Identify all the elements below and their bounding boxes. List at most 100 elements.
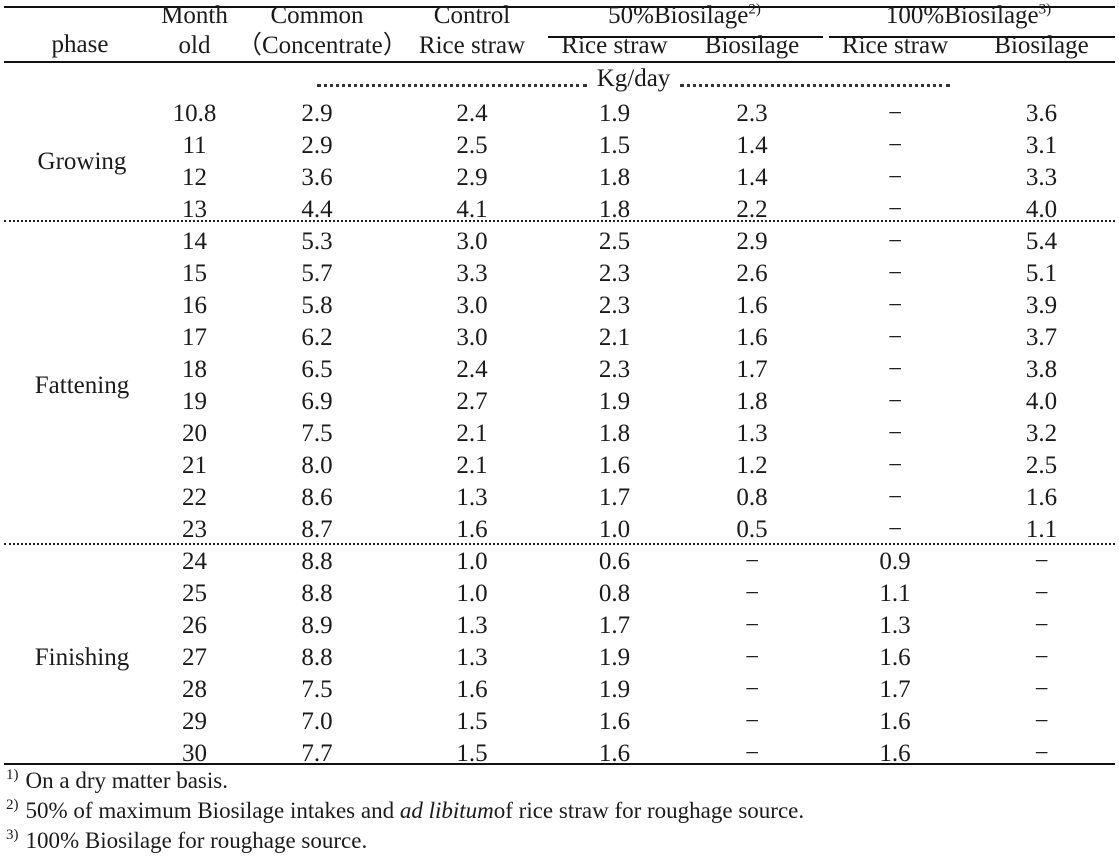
table-row: 17 6.2 3.0 2.1 1.6 − 3.7 [4, 321, 1115, 353]
cell-bs100-rice-straw: − [887, 483, 903, 511]
cell-bs50-rice-straw: 1.6 [598, 707, 631, 735]
table-row: 23 8.7 1.6 1.0 0.5 − 1.1 [4, 513, 1115, 545]
cell-bs100-biosilage: 3.6 [1025, 99, 1058, 127]
cell-control-rice-straw: 1.3 [456, 483, 488, 511]
cell-month-old: 24 [182, 547, 207, 575]
cell-month-old: 14 [182, 227, 207, 255]
cell-bs100-rice-straw: − [887, 131, 903, 159]
cell-bs50-biosilage: 2.2 [736, 195, 768, 223]
cell-bs100-rice-straw: − [887, 291, 903, 319]
cell-bs100-rice-straw: − [887, 195, 903, 223]
cell-bs50-rice-straw: 1.8 [598, 163, 631, 191]
header-control-line1: Control [433, 1, 511, 29]
footnote-marker: 3) [6, 827, 19, 844]
cell-bs50-rice-straw: 1.8 [598, 195, 631, 223]
cell-bs50-biosilage: − [744, 643, 760, 671]
cell-common-concentrate: 7.7 [301, 739, 333, 767]
table-row: Finishing 24 8.8 1.0 0.6 − 0.9 − [4, 545, 1115, 670]
cell-common-concentrate: 8.8 [301, 547, 333, 575]
cell-bs50-biosilage: 1.4 [736, 131, 768, 159]
cell-month-old: 25 [182, 579, 207, 607]
cell-common-concentrate: 8.8 [301, 643, 333, 671]
cell-month-old: 13 [182, 195, 207, 223]
cell-bs100-rice-straw: − [887, 451, 903, 479]
cell-common-concentrate: 2.9 [301, 131, 333, 159]
cell-common-concentrate: 2.9 [301, 99, 333, 127]
table-row: 26 8.9 1.3 1.7 − 1.3 − [4, 609, 1115, 641]
cell-common-concentrate: 7.5 [301, 675, 333, 703]
cell-bs50-biosilage: − [744, 547, 760, 575]
cell-bs100-biosilage: 3.2 [1025, 419, 1058, 447]
footnote-marker: 1) [6, 767, 19, 784]
cell-common-concentrate: 8.8 [301, 579, 333, 607]
cell-bs50-rice-straw: 2.3 [598, 355, 631, 383]
cell-bs50-rice-straw: 1.6 [598, 451, 631, 479]
cell-control-rice-straw: 3.3 [456, 259, 488, 287]
cell-bs50-biosilage: 1.6 [736, 291, 768, 319]
cell-common-concentrate: 8.0 [301, 451, 333, 479]
cell-bs100-rice-straw: − [887, 99, 903, 127]
cell-control-rice-straw: 1.0 [456, 547, 488, 575]
cell-bs50-rice-straw: 2.1 [598, 323, 631, 351]
cell-bs50-rice-straw: 2.3 [598, 259, 631, 287]
header-common-line2: （Concentrate） [237, 31, 408, 59]
cell-control-rice-straw: 2.5 [456, 131, 488, 159]
units-row: Kg/day [4, 60, 1115, 97]
cell-bs100-biosilage: 1.6 [1025, 483, 1058, 511]
cell-common-concentrate: 8.7 [301, 515, 333, 543]
cell-control-rice-straw: 1.0 [456, 579, 488, 607]
cell-bs50-rice-straw: 1.9 [598, 387, 631, 415]
table-row: 27 8.8 1.3 1.9 − 1.6 − [4, 641, 1115, 673]
cell-month-old: 28 [182, 675, 207, 703]
cell-bs100-biosilage: − [1034, 643, 1049, 671]
table-row: Fattening 14 5.3 3.0 2.5 2.9 − 5.4 [4, 225, 1115, 398]
header-month-line1: Month [161, 1, 228, 29]
header-row-bottom: old （Concentrate） Rice straw Rice straw … [4, 30, 1115, 60]
cell-month-old: 11 [182, 131, 207, 159]
cell-common-concentrate: 4.4 [301, 195, 333, 223]
cell-bs50-biosilage: 2.3 [736, 99, 768, 127]
cell-control-rice-straw: 1.5 [456, 707, 488, 735]
header-phase: phase [51, 31, 109, 58]
table-figure: phase Month Common Control 50%Biosilage2… [0, 0, 1119, 855]
table-row: 29 7.0 1.5 1.6 − 1.6 − [4, 705, 1115, 737]
units-cell: Kg/day [152, 60, 1115, 97]
cell-bs100-rice-straw: − [887, 323, 903, 351]
cell-bs50-biosilage: − [744, 707, 760, 735]
cell-control-rice-straw: 2.1 [456, 451, 488, 479]
header-group-50: 50%Biosilage2) [547, 0, 822, 30]
units-spacer [4, 60, 152, 97]
table-head: phase Month Common Control 50%Biosilage2… [4, 0, 1115, 97]
table-row: 15 5.7 3.3 2.3 2.6 − 5.1 [4, 257, 1115, 289]
cell-bs100-biosilage: 1.1 [1025, 515, 1058, 543]
table-row: 28 7.5 1.6 1.9 − 1.7 − [4, 673, 1115, 705]
header-group-50-label: 50%Biosilage [608, 1, 749, 29]
cell-bs100-biosilage: 3.9 [1025, 291, 1058, 319]
table-row: 19 6.9 2.7 1.9 1.8 − 4.0 [4, 385, 1115, 417]
cell-month-old: 17 [182, 323, 207, 351]
footnote-text: 100% Biosilage for roughage source. [25, 827, 368, 853]
table-body: Growing 10.8 2.9 2.4 1.9 2.3 − 3.6 11 2.9 2.5 1.5 1.… [4, 97, 1115, 769]
cell-bs100-biosilage: 3.8 [1025, 355, 1058, 383]
header-50-rice-straw: Rice straw [561, 31, 668, 59]
cell-bs50-rice-straw: 1.8 [598, 419, 631, 447]
table-row: 13 4.4 4.1 1.8 2.2 − 4.0 [4, 193, 1115, 225]
cell-bs50-rice-straw: 1.0 [598, 515, 631, 543]
cell-bs50-biosilage: 1.4 [736, 163, 768, 191]
footnote-1: 1) On a dry matter basis. [6, 766, 1111, 796]
cell-bs100-biosilage: 2.5 [1025, 451, 1058, 479]
cell-month-old: 26 [182, 611, 207, 639]
phase-label-finishing: Finishing [34, 643, 130, 671]
table-row: 16 5.8 3.0 2.3 1.6 − 3.9 [4, 289, 1115, 321]
cell-bs100-biosilage: 4.0 [1025, 387, 1058, 415]
table-row: 30 7.7 1.5 1.6 − 1.6 − [4, 737, 1115, 769]
cell-month-old: 18 [182, 355, 207, 383]
cell-bs50-biosilage: − [744, 611, 760, 639]
feed-intake-table: phase Month Common Control 50%Biosilage2… [4, 0, 1115, 769]
cell-common-concentrate: 6.5 [301, 355, 333, 383]
cell-bs50-rice-straw: 1.7 [598, 483, 631, 511]
cell-common-concentrate: 7.0 [301, 707, 333, 735]
cell-common-concentrate: 8.6 [301, 483, 333, 511]
cell-bs50-rice-straw: 1.5 [598, 131, 631, 159]
table-row: 12 3.6 2.9 1.8 1.4 − 3.3 [4, 161, 1115, 193]
